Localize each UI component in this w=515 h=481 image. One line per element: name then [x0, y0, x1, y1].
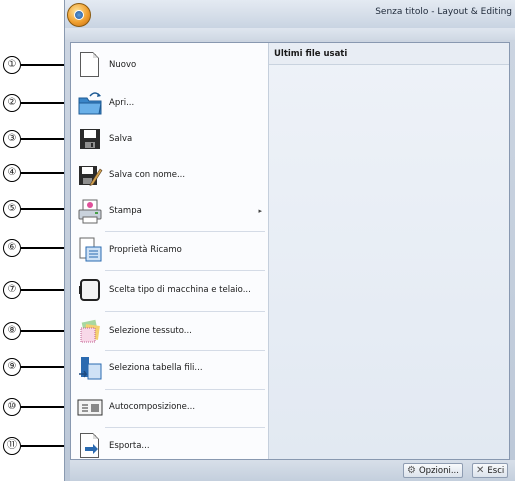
menu-item-embroidery-properties[interactable]: Proprietà Ricamo [71, 232, 268, 268]
thread-chart-icon [77, 354, 103, 382]
callout-4: ④ [3, 164, 21, 182]
save-as-icon [77, 161, 103, 189]
wizard-icon [77, 393, 103, 421]
application-button-icon[interactable] [67, 3, 91, 27]
recent-files-header: Ultimi file usati [269, 43, 509, 65]
exit-label: Esci [487, 465, 505, 476]
callout-3: ③ [3, 130, 21, 148]
callout-8: ⑧ [3, 322, 21, 340]
application-window: Senza titolo - Layout & Editing Nuovo Ap… [64, 0, 515, 481]
ribbon-strip [65, 28, 515, 40]
menu-item-new[interactable]: Nuovo [71, 47, 268, 83]
callout-10: ⑩ [3, 398, 21, 416]
menu-item-select-fabric[interactable]: Selezione tessuto... [71, 313, 268, 349]
menu-item-label: Salva con nome... [109, 170, 186, 180]
callout-11: ⑪ [3, 437, 21, 455]
menu-item-label: Proprietà Ricamo [109, 245, 182, 255]
open-folder-icon [77, 89, 103, 117]
menu-item-select-thread-chart[interactable]: Seleziona tabella fili... [71, 350, 268, 386]
callout-6: ⑥ [3, 239, 21, 257]
menu-item-label: Selezione tessuto... [109, 326, 192, 336]
hoop-icon [77, 276, 103, 304]
menu-item-wizard[interactable]: Autocomposizione... [71, 389, 268, 425]
options-button[interactable]: ⚙ Opzioni... [403, 463, 463, 478]
window-title: Senza titolo - Layout & Editing [375, 7, 512, 17]
menu-item-label: Seleziona tabella fili... [109, 363, 203, 373]
callout-1: ① [3, 56, 21, 74]
callout-9: ⑨ [3, 358, 21, 376]
menu-item-label: Stampa [109, 206, 142, 216]
callout-7: ⑦ [3, 281, 21, 299]
menu-item-label: Scelta tipo di macchina e telaio... [109, 285, 251, 295]
menu-item-open[interactable]: Apri... [71, 85, 268, 121]
menu-item-print[interactable]: Stampa ▸ [71, 193, 268, 229]
menu-commands: Nuovo Apri... Salva Salva con nome... St… [71, 43, 268, 459]
export-icon [77, 432, 103, 460]
menu-separator [105, 270, 265, 271]
menu-separator [105, 311, 265, 312]
title-bar: Senza titolo - Layout & Editing [65, 0, 515, 28]
callout-2: ② [3, 94, 21, 112]
recent-files-panel: Ultimi file usati [269, 43, 509, 459]
menu-item-label: Salva [109, 134, 133, 144]
fabric-icon [77, 317, 103, 345]
menu-item-label: Apri... [109, 98, 135, 108]
exit-button[interactable]: ✕ Esci [472, 463, 509, 478]
submenu-arrow-icon: ▸ [258, 207, 262, 215]
print-icon [77, 197, 103, 225]
callout-5: ⑤ [3, 200, 21, 218]
menu-item-machine-hoop[interactable]: Scelta tipo di macchina e telaio... [71, 272, 268, 308]
menu-item-label: Autocomposizione... [109, 402, 196, 412]
menu-item-label: Nuovo [109, 60, 137, 70]
save-disk-icon [77, 125, 103, 153]
application-menu: Nuovo Apri... Salva Salva con nome... St… [70, 42, 510, 460]
menu-item-label: Esporta... [109, 441, 150, 451]
new-document-icon [77, 51, 103, 79]
gear-icon: ⚙ [407, 465, 416, 476]
menu-item-export[interactable]: Esporta... [71, 428, 268, 464]
menu-footer: ⚙ Opzioni... ✕ Esci [70, 460, 515, 481]
close-icon: ✕ [476, 465, 485, 476]
menu-item-save[interactable]: Salva [71, 121, 268, 157]
properties-icon [77, 236, 103, 264]
menu-item-save-as[interactable]: Salva con nome... [71, 157, 268, 193]
options-label: Opzioni... [418, 465, 459, 476]
